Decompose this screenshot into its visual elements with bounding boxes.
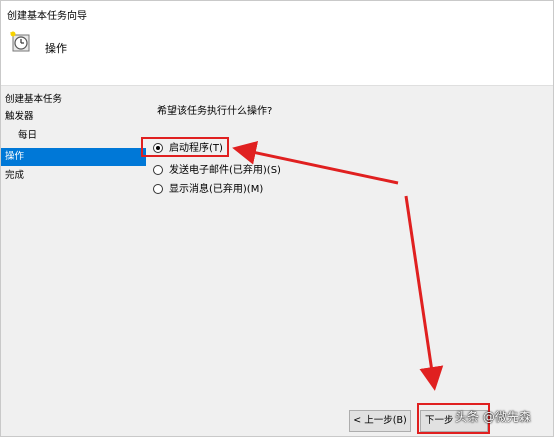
arrow-to-start-program — [232, 141, 399, 185]
arrow-to-next-button — [404, 195, 444, 391]
annotation-arrows — [232, 141, 444, 391]
watermark-text: 头条 @微先森 — [455, 410, 531, 424]
